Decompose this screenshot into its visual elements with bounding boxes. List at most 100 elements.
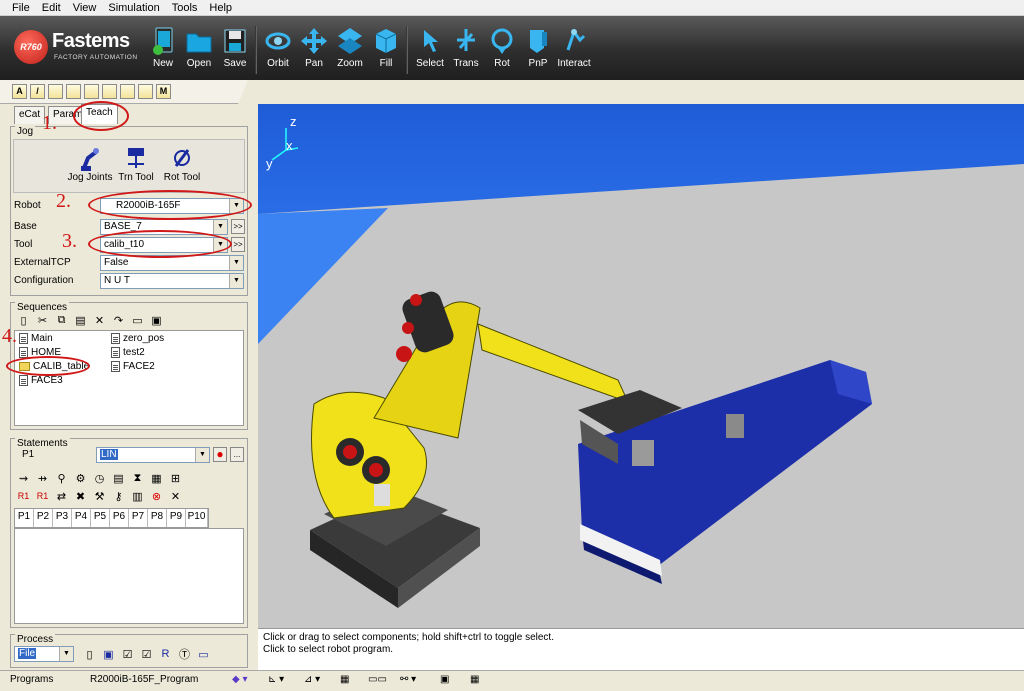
- tool-button-3[interactable]: [48, 84, 63, 99]
- point-cell[interactable]: P9: [167, 509, 186, 527]
- point-cell[interactable]: P8: [148, 509, 167, 527]
- rot-button[interactable]: Rot: [482, 26, 522, 78]
- open-sequence-icon[interactable]: ▭: [130, 314, 145, 327]
- check-all-icon[interactable]: ☑: [139, 648, 154, 661]
- chevron-down-icon[interactable]: ▼: [213, 220, 227, 234]
- interact-button[interactable]: Interact: [554, 26, 594, 78]
- pnp-button[interactable]: PnP: [518, 26, 558, 78]
- menu-simulation[interactable]: Simulation: [108, 2, 159, 14]
- timer-icon[interactable]: ⧗: [130, 472, 145, 485]
- point-cell[interactable]: P6: [110, 509, 129, 527]
- chevron-down-icon[interactable]: ▼: [195, 448, 209, 462]
- point-cell[interactable]: P5: [91, 509, 110, 527]
- point-cell[interactable]: P7: [129, 509, 148, 527]
- new-button[interactable]: New: [143, 26, 183, 78]
- tfx-icon[interactable]: ⚒: [92, 490, 107, 503]
- rot-tool-button[interactable]: Rot Tool: [152, 144, 212, 183]
- point-cell[interactable]: P3: [53, 509, 72, 527]
- statements-list[interactable]: [14, 528, 244, 624]
- diamond-icon[interactable]: ◆ ▾: [232, 674, 248, 685]
- clear-icon[interactable]: ✖: [73, 490, 88, 503]
- link-view-icon[interactable]: ⚯ ▾: [400, 674, 416, 685]
- macro-tool-button[interactable]: M: [156, 84, 171, 99]
- select-button[interactable]: Select: [410, 26, 450, 78]
- paste-icon[interactable]: ▤: [73, 314, 88, 327]
- wait-icon[interactable]: ◷: [92, 472, 107, 485]
- zoom-button[interactable]: Zoom: [330, 26, 370, 78]
- statement-more-button[interactable]: ...: [230, 447, 244, 462]
- list-item[interactable]: zero_pos: [111, 333, 164, 344]
- new-sequence-icon[interactable]: ▯: [16, 314, 31, 327]
- tab-ecat[interactable]: eCat: [14, 106, 46, 124]
- 3d-viewport[interactable]: z x y: [258, 104, 1024, 628]
- base-more-button[interactable]: >>: [231, 219, 245, 234]
- link-icon[interactable]: ⇸: [35, 472, 50, 485]
- process-select[interactable]: File ▼: [14, 646, 74, 662]
- record-button[interactable]: ●: [213, 447, 227, 462]
- scene-options-icon[interactable]: ▦: [470, 674, 479, 685]
- motion-type-select[interactable]: LIN ▼: [96, 447, 210, 463]
- fill-button[interactable]: Fill: [366, 26, 406, 78]
- chevron-down-icon[interactable]: ▼: [59, 647, 73, 661]
- text-tool-button[interactable]: A: [12, 84, 27, 99]
- io-icon[interactable]: ⚙: [73, 472, 88, 485]
- r1-icon[interactable]: R1: [16, 491, 31, 501]
- key-icon[interactable]: ⚷: [111, 490, 126, 503]
- tool-button-4[interactable]: [66, 84, 81, 99]
- menu-edit[interactable]: Edit: [42, 2, 61, 14]
- new-process-icon[interactable]: ▯: [82, 648, 97, 661]
- grid-icon[interactable]: ⊿ ▾: [304, 674, 320, 685]
- frame-icon[interactable]: ⊾ ▾: [268, 674, 284, 685]
- menu-view[interactable]: View: [73, 2, 97, 14]
- delete-icon[interactable]: ✕: [92, 314, 107, 327]
- chart-icon[interactable]: ▥: [130, 490, 145, 503]
- menu-tools[interactable]: Tools: [172, 2, 198, 14]
- swap-icon[interactable]: ⇄: [54, 490, 69, 503]
- layers-icon[interactable]: ▦: [340, 674, 349, 685]
- point-cell[interactable]: P1: [15, 509, 34, 527]
- point-cell[interactable]: P2: [34, 509, 53, 527]
- point-cell[interactable]: P10: [186, 509, 208, 527]
- save-process-icon[interactable]: ▣: [101, 648, 116, 661]
- list-item[interactable]: FACE3: [19, 375, 63, 386]
- call-icon[interactable]: ▦: [149, 472, 164, 485]
- close-icon[interactable]: ✕: [168, 490, 183, 503]
- tool-button-7[interactable]: [120, 84, 135, 99]
- list-item[interactable]: Main: [19, 333, 53, 344]
- chevron-down-icon[interactable]: ▼: [229, 274, 243, 288]
- open-button[interactable]: Open: [179, 26, 219, 78]
- tool-button-6[interactable]: [102, 84, 117, 99]
- comment-icon[interactable]: ▤: [111, 472, 126, 485]
- copy-icon[interactable]: ⧉: [54, 314, 69, 327]
- path-icon[interactable]: ⇝: [16, 472, 31, 485]
- orbit-button[interactable]: Orbit: [258, 26, 298, 78]
- trans-button[interactable]: Trans: [446, 26, 486, 78]
- save-button[interactable]: Save: [215, 26, 255, 78]
- tool-button-5[interactable]: [84, 84, 99, 99]
- macro-icon[interactable]: ⊞: [168, 472, 183, 485]
- pencil-tool-button[interactable]: /: [30, 84, 45, 99]
- chevron-down-icon[interactable]: ▼: [229, 256, 243, 270]
- save-sequence-icon[interactable]: ▣: [149, 314, 164, 327]
- r1-alt-icon[interactable]: R1: [35, 491, 50, 501]
- gripper-icon[interactable]: ⚲: [54, 472, 69, 485]
- rename-icon[interactable]: ↷: [111, 314, 126, 327]
- robot-process-icon[interactable]: R: [158, 648, 173, 660]
- list-item[interactable]: test2: [111, 347, 145, 358]
- window-icon[interactable]: ▭: [196, 648, 211, 661]
- menu-file[interactable]: File: [12, 2, 30, 14]
- tool-more-button[interactable]: >>: [231, 237, 245, 252]
- text-process-icon[interactable]: Ⓣ: [177, 646, 192, 662]
- point-cell[interactable]: P4: [72, 509, 91, 527]
- tool-button-8[interactable]: [138, 84, 153, 99]
- screen-icon[interactable]: ▣: [440, 674, 449, 685]
- cut-icon[interactable]: ✂: [35, 314, 50, 327]
- scene-canvas[interactable]: z x y: [258, 104, 1024, 628]
- list-item[interactable]: FACE2: [111, 361, 155, 372]
- menu-help[interactable]: Help: [209, 2, 232, 14]
- line-style-icon[interactable]: ▭▭: [368, 674, 387, 685]
- pan-button[interactable]: Pan: [294, 26, 334, 78]
- configuration-select[interactable]: N U T ▼: [100, 273, 244, 289]
- check-icon[interactable]: ☑: [120, 648, 135, 661]
- stop-icon[interactable]: ⊗: [149, 490, 164, 503]
